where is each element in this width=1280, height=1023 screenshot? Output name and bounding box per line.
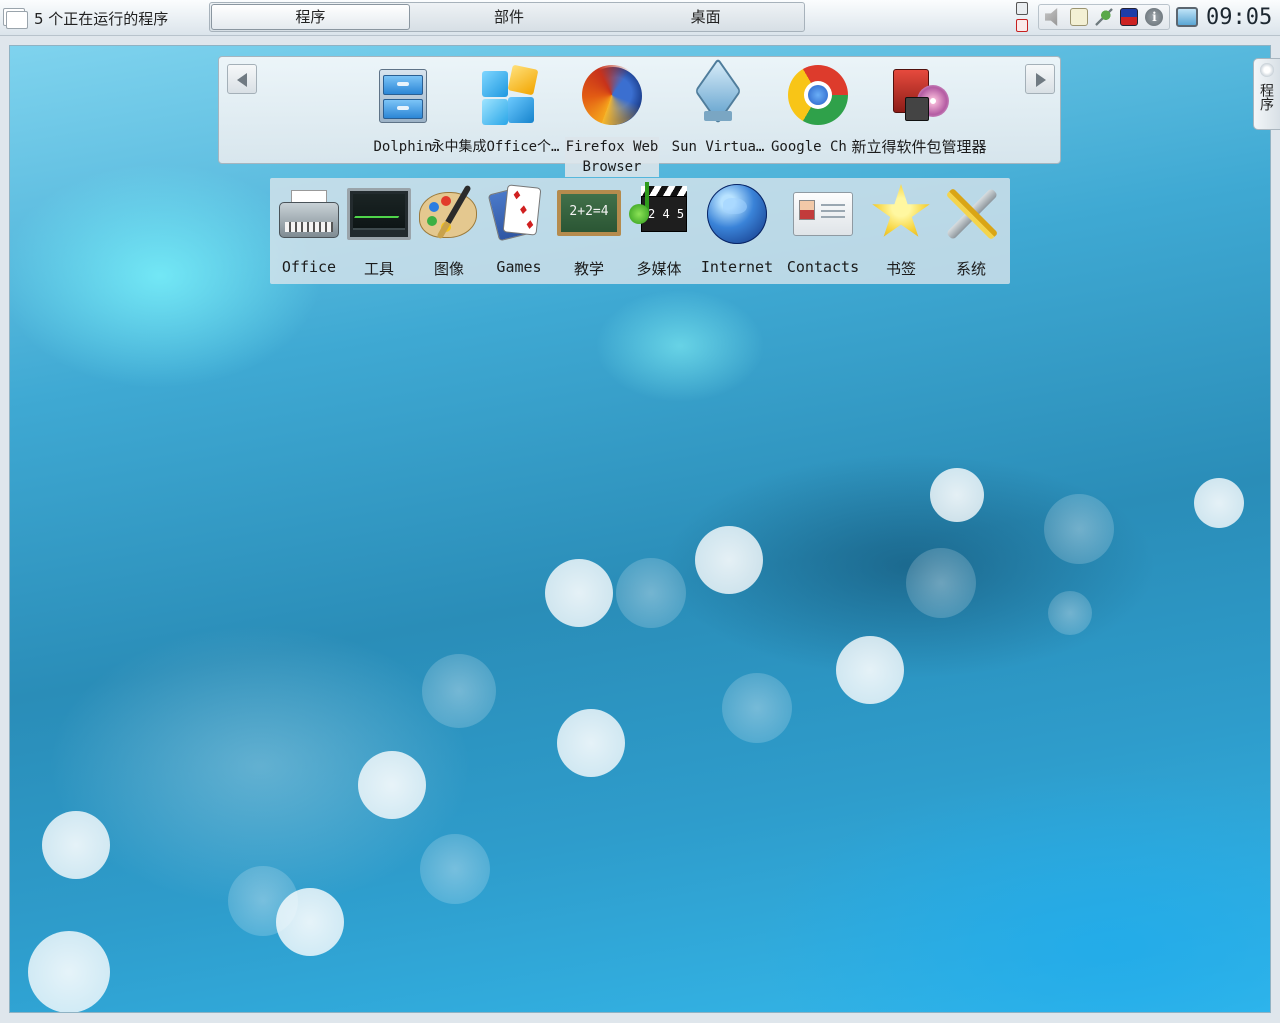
chrome-icon [786, 63, 850, 127]
office-integration-icon [476, 63, 540, 127]
tab-desktop[interactable]: 桌面 [607, 3, 804, 31]
running-apps-label: 5 个正在运行的程序 [34, 9, 169, 28]
cards-icon: ♦ ♦ ♦ [487, 182, 551, 246]
bokeh-light [1044, 494, 1114, 564]
scroll-right-arrow-icon[interactable] [1025, 64, 1055, 94]
file-manager-icon [371, 63, 435, 127]
bokeh-light [420, 834, 490, 904]
toolbox-icon [1260, 63, 1274, 77]
lock-icon[interactable] [1016, 2, 1028, 15]
bokeh-light [722, 673, 792, 743]
virtualbox-icon [686, 57, 750, 127]
categories-strip: Office 工具 图像 ♦ ♦ ♦ Games 2+2=4 教学 2 4 5 … [270, 178, 1010, 284]
bokeh-light [1194, 478, 1244, 528]
network-icon[interactable] [1094, 8, 1113, 26]
desktop-switch-icon[interactable] [1176, 7, 1198, 27]
bokeh-light [422, 654, 496, 728]
bokeh-light [276, 888, 344, 956]
bokeh-light [545, 559, 613, 627]
category-system[interactable]: 系统 [936, 182, 1006, 282]
tab-widgets[interactable]: 部件 [411, 3, 608, 31]
category-label: Contacts [786, 258, 860, 276]
favorite-label: 永中集成Office个… [430, 139, 560, 155]
favorite-label: 新立得软件包管理器 [851, 138, 987, 156]
category-label: Internet [700, 258, 774, 276]
bokeh-light [1048, 591, 1092, 635]
package-manager-icon [887, 63, 951, 127]
contact-card-icon [791, 182, 855, 246]
clock[interactable]: 09:05 [1206, 5, 1272, 30]
bokeh-light [42, 811, 110, 879]
activity-tabbar: 程序 部件 桌面 [209, 2, 805, 32]
windows-icon [4, 5, 30, 31]
typewriter-icon [277, 182, 341, 246]
favorite-label: Google Chrome [771, 139, 847, 155]
bokeh-light [28, 931, 110, 1012]
category-contacts[interactable]: Contacts [787, 182, 859, 282]
multimedia-icon: 2 4 5 [627, 182, 691, 246]
logout-icon[interactable] [1016, 19, 1028, 32]
running-apps-button[interactable]: 5 个正在运行的程序 [4, 3, 204, 33]
side-toolbox[interactable]: 程序 [1253, 58, 1280, 130]
bokeh-light [930, 468, 984, 522]
favorite-office-integration[interactable]: 永中集成Office个… [430, 63, 564, 163]
category-multimedia[interactable]: 2 4 5 多媒体 [624, 182, 694, 282]
favorite-label: Firefox Web Browser [565, 137, 659, 177]
palette-icon [417, 182, 481, 246]
side-toolbox-label: 程序 [1258, 83, 1274, 111]
keyboard-layout-icon[interactable] [1120, 8, 1139, 26]
category-label: 多媒体 [636, 260, 682, 278]
favorite-firefox[interactable]: Firefox Web Browser [565, 63, 659, 177]
info-icon[interactable]: i [1145, 8, 1164, 26]
top-panel: 5 个正在运行的程序 程序 部件 桌面 i 09:05 [0, 0, 1280, 36]
firefox-icon [580, 63, 644, 127]
globe-icon [705, 182, 769, 246]
favorite-virtualbox[interactable]: Sun Virtua… [671, 57, 765, 163]
bokeh-light [557, 709, 625, 777]
tools-icon [939, 182, 1003, 246]
favorite-label: Sun Virtua… [671, 139, 765, 155]
clapboard-text: 2 4 5 [648, 207, 685, 221]
system-tray-area: i 09:05 [1016, 2, 1280, 32]
star-icon [869, 182, 933, 246]
monitor-icon [347, 182, 411, 246]
system-tray: i [1038, 4, 1170, 30]
favorite-package-manager[interactable]: 新立得软件包管理器 [847, 63, 991, 163]
scroll-left-arrow-icon[interactable] [227, 64, 257, 94]
speaker-icon[interactable] [1044, 8, 1058, 26]
chalkboard-icon: 2+2=4 [557, 182, 621, 246]
chalkboard-text: 2+2=4 [557, 190, 621, 236]
category-label: 系统 [955, 260, 986, 278]
bokeh-light [906, 548, 976, 618]
tab-programs[interactable]: 程序 [211, 4, 410, 30]
clipboard-icon[interactable] [1069, 8, 1088, 26]
bokeh-light [616, 558, 686, 628]
category-internet[interactable]: Internet [701, 182, 773, 282]
lock-logout-group [1016, 2, 1030, 32]
bokeh-light [836, 636, 904, 704]
favorites-strip: Dolphin 永中集成Office个… Firefox Web Browser… [218, 56, 1061, 177]
bokeh-light [358, 751, 426, 819]
bokeh-light [695, 526, 763, 594]
